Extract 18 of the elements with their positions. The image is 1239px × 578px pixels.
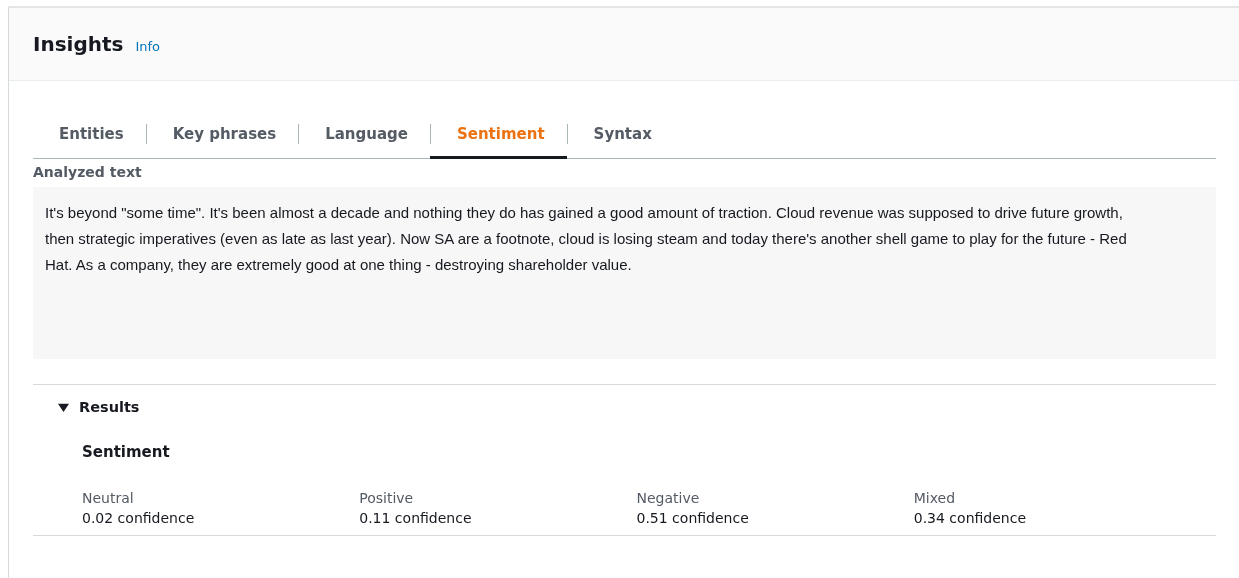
info-link[interactable]: Info bbox=[135, 34, 161, 54]
score-value: 0.34 confidence bbox=[913, 510, 1027, 526]
section-title: Sentiment bbox=[82, 443, 171, 461]
tab[interactable]: Entities bbox=[33, 111, 146, 158]
tab[interactable]: Syntax bbox=[566, 111, 674, 158]
score-label: Negative bbox=[636, 490, 701, 506]
score-label: Neutral bbox=[82, 490, 135, 506]
score-label: Positive bbox=[359, 490, 415, 506]
tab[interactable]: Language bbox=[298, 111, 430, 158]
score-value: 0.51 confidence bbox=[636, 510, 750, 526]
results-toggle[interactable]: Results bbox=[58, 399, 140, 415]
section-label: Analyzed text bbox=[33, 164, 143, 180]
score-value: 0.02 confidence bbox=[82, 510, 196, 526]
panel-title: Insights bbox=[33, 32, 124, 56]
tab[interactable]: Key phrases bbox=[145, 111, 299, 158]
score-label: Mixed bbox=[913, 490, 957, 506]
score-value: 0.11 confidence bbox=[359, 510, 473, 526]
analyzed-text: It's beyond "some time". It's been almost a decade and nothing they do has gained a good amount of traction. Cloud revenue was supposed to drive future growth, then strategic imperatives (even as late as last year). Now SA are a footnote, cloud is losing steam and today there's another shell game to play for the future - Red Hat. As a company, they are extremely good at one thing - destroying shareholder value. bbox=[33, 187, 1216, 359]
